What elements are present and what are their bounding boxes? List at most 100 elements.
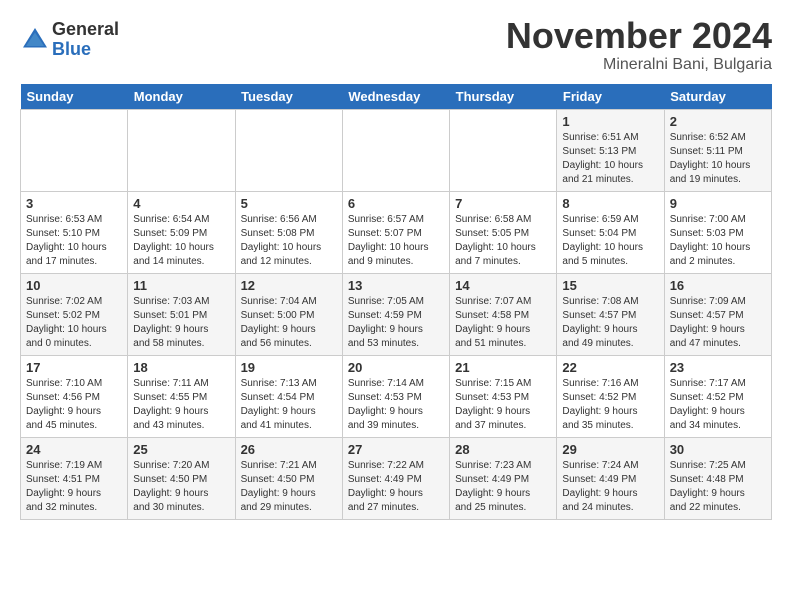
day-info: Sunrise: 7:15 AM Sunset: 4:53 PM Dayligh… [455,378,531,431]
calendar-cell: 8 Sunrise: 6:59 AM Sunset: 5:04 PM Daylig… [557,191,664,273]
calendar-cell: 6 Sunrise: 6:57 AM Sunset: 5:07 PM Daylig… [342,191,449,273]
logo-icon [20,25,50,55]
day-info: Sunrise: 6:59 AM Sunset: 5:04 PM Dayligh… [562,214,643,267]
calendar-cell: 1Sunrise: 6:51 AM Sunset: 5:13 PM Daylig… [557,109,664,191]
page-container: General Blue November 2024 Mineralni Ban… [0,0,792,532]
day-info: Sunrise: 7:08 AM Sunset: 4:57 PM Dayligh… [562,296,638,349]
day-number: 30 [670,442,766,457]
day-info: Sunrise: 7:24 AM Sunset: 4:49 PM Dayligh… [562,460,638,513]
day-info: Sunrise: 6:56 AM Sunset: 5:08 PM Dayligh… [241,214,322,267]
calendar-cell: 12 Sunrise: 7:04 AM Sunset: 5:00 PM Dayli… [235,273,342,355]
page-header: General Blue November 2024 Mineralni Ban… [20,16,772,74]
calendar-row-3: 10 Sunrise: 7:02 AM Sunset: 5:02 PM Dayli… [21,273,772,355]
calendar-cell: 30Sunrise: 7:25 AM Sunset: 4:48 PM Dayli… [664,437,771,519]
calendar-row-1: 1Sunrise: 6:51 AM Sunset: 5:13 PM Daylig… [21,109,772,191]
col-wednesday: Wednesday [342,84,449,110]
col-thursday: Thursday [450,84,557,110]
location: Mineralni Bani, Bulgaria [506,56,772,74]
day-number: 7 [455,196,551,211]
day-number: 6 [348,196,444,211]
day-number: 3 [26,196,122,211]
day-number: 26 [241,442,337,457]
day-number: 8 [562,196,658,211]
day-number: 15 [562,278,658,293]
day-info: Sunrise: 7:16 AM Sunset: 4:52 PM Dayligh… [562,378,638,431]
day-info: Sunrise: 6:54 AM Sunset: 5:09 PM Dayligh… [133,214,214,267]
calendar-cell: 18 Sunrise: 7:11 AM Sunset: 4:55 PM Dayli… [128,355,235,437]
col-saturday: Saturday [664,84,771,110]
day-info: Sunrise: 6:52 AM Sunset: 5:11 PM Dayligh… [670,132,751,185]
logo-text: General Blue [52,20,119,60]
calendar-cell: 9 Sunrise: 7:00 AM Sunset: 5:03 PM Daylig… [664,191,771,273]
calendar-cell: 15 Sunrise: 7:08 AM Sunset: 4:57 PM Dayli… [557,273,664,355]
col-friday: Friday [557,84,664,110]
day-info: Sunrise: 7:22 AM Sunset: 4:49 PM Dayligh… [348,460,424,513]
day-info: Sunrise: 7:07 AM Sunset: 4:58 PM Dayligh… [455,296,531,349]
day-number: 12 [241,278,337,293]
calendar-cell: 24 Sunrise: 7:19 AM Sunset: 4:51 PM Dayli… [21,437,128,519]
day-number: 22 [562,360,658,375]
calendar-cell: 25 Sunrise: 7:20 AM Sunset: 4:50 PM Dayli… [128,437,235,519]
day-number: 21 [455,360,551,375]
calendar-body: 1Sunrise: 6:51 AM Sunset: 5:13 PM Daylig… [21,109,772,519]
calendar-cell: 21 Sunrise: 7:15 AM Sunset: 4:53 PM Dayli… [450,355,557,437]
col-monday: Monday [128,84,235,110]
day-info: Sunrise: 6:51 AM Sunset: 5:13 PM Dayligh… [562,132,643,185]
calendar-cell: 27Sunrise: 7:22 AM Sunset: 4:49 PM Dayli… [342,437,449,519]
col-tuesday: Tuesday [235,84,342,110]
day-number: 2 [670,114,766,129]
calendar-table: Sunday Monday Tuesday Wednesday Thursday… [20,84,772,520]
calendar-cell: 16Sunrise: 7:09 AM Sunset: 4:57 PM Dayli… [664,273,771,355]
day-number: 25 [133,442,229,457]
day-info: Sunrise: 7:17 AM Sunset: 4:52 PM Dayligh… [670,378,746,431]
calendar-cell: 11 Sunrise: 7:03 AM Sunset: 5:01 PM Dayli… [128,273,235,355]
day-number: 4 [133,196,229,211]
calendar-cell: 10 Sunrise: 7:02 AM Sunset: 5:02 PM Dayli… [21,273,128,355]
day-info: Sunrise: 6:58 AM Sunset: 5:05 PM Dayligh… [455,214,536,267]
logo-general: General [52,20,119,40]
day-info: Sunrise: 7:20 AM Sunset: 4:50 PM Dayligh… [133,460,209,513]
calendar-cell: 5 Sunrise: 6:56 AM Sunset: 5:08 PM Daylig… [235,191,342,273]
day-number: 24 [26,442,122,457]
calendar-cell [342,109,449,191]
day-info: Sunrise: 7:14 AM Sunset: 4:53 PM Dayligh… [348,378,424,431]
day-info: Sunrise: 6:57 AM Sunset: 5:07 PM Dayligh… [348,214,429,267]
day-number: 29 [562,442,658,457]
day-number: 5 [241,196,337,211]
day-number: 11 [133,278,229,293]
day-info: Sunrise: 7:19 AM Sunset: 4:51 PM Dayligh… [26,460,102,513]
day-info: Sunrise: 7:03 AM Sunset: 5:01 PM Dayligh… [133,296,209,349]
calendar-cell: 29 Sunrise: 7:24 AM Sunset: 4:49 PM Dayli… [557,437,664,519]
day-number: 10 [26,278,122,293]
day-number: 20 [348,360,444,375]
calendar-cell: 14 Sunrise: 7:07 AM Sunset: 4:58 PM Dayli… [450,273,557,355]
calendar-header: Sunday Monday Tuesday Wednesday Thursday… [21,84,772,110]
calendar-cell: 28Sunrise: 7:23 AM Sunset: 4:49 PM Dayli… [450,437,557,519]
day-info: Sunrise: 7:23 AM Sunset: 4:49 PM Dayligh… [455,460,531,513]
day-info: Sunrise: 7:00 AM Sunset: 5:03 PM Dayligh… [670,214,751,267]
day-number: 16 [670,278,766,293]
logo: General Blue [20,20,119,60]
calendar-cell: 26Sunrise: 7:21 AM Sunset: 4:50 PM Dayli… [235,437,342,519]
day-info: Sunrise: 7:05 AM Sunset: 4:59 PM Dayligh… [348,296,424,349]
calendar-cell: 23 Sunrise: 7:17 AM Sunset: 4:52 PM Dayli… [664,355,771,437]
day-info: Sunrise: 6:53 AM Sunset: 5:10 PM Dayligh… [26,214,107,267]
calendar-row-4: 17Sunrise: 7:10 AM Sunset: 4:56 PM Dayli… [21,355,772,437]
calendar-cell: 13Sunrise: 7:05 AM Sunset: 4:59 PM Dayli… [342,273,449,355]
col-sunday: Sunday [21,84,128,110]
day-number: 9 [670,196,766,211]
day-number: 23 [670,360,766,375]
calendar-cell: 20 Sunrise: 7:14 AM Sunset: 4:53 PM Dayli… [342,355,449,437]
calendar-cell [235,109,342,191]
day-info: Sunrise: 7:11 AM Sunset: 4:55 PM Dayligh… [133,378,208,431]
day-number: 18 [133,360,229,375]
calendar-cell: 22 Sunrise: 7:16 AM Sunset: 4:52 PM Dayli… [557,355,664,437]
calendar-cell: 3 Sunrise: 6:53 AM Sunset: 5:10 PM Daylig… [21,191,128,273]
calendar-cell [128,109,235,191]
day-info: Sunrise: 7:04 AM Sunset: 5:00 PM Dayligh… [241,296,317,349]
title-section: November 2024 Mineralni Bani, Bulgaria [506,16,772,74]
day-info: Sunrise: 7:02 AM Sunset: 5:02 PM Dayligh… [26,296,107,349]
day-number: 19 [241,360,337,375]
day-number: 14 [455,278,551,293]
day-info: Sunrise: 7:10 AM Sunset: 4:56 PM Dayligh… [26,378,102,431]
